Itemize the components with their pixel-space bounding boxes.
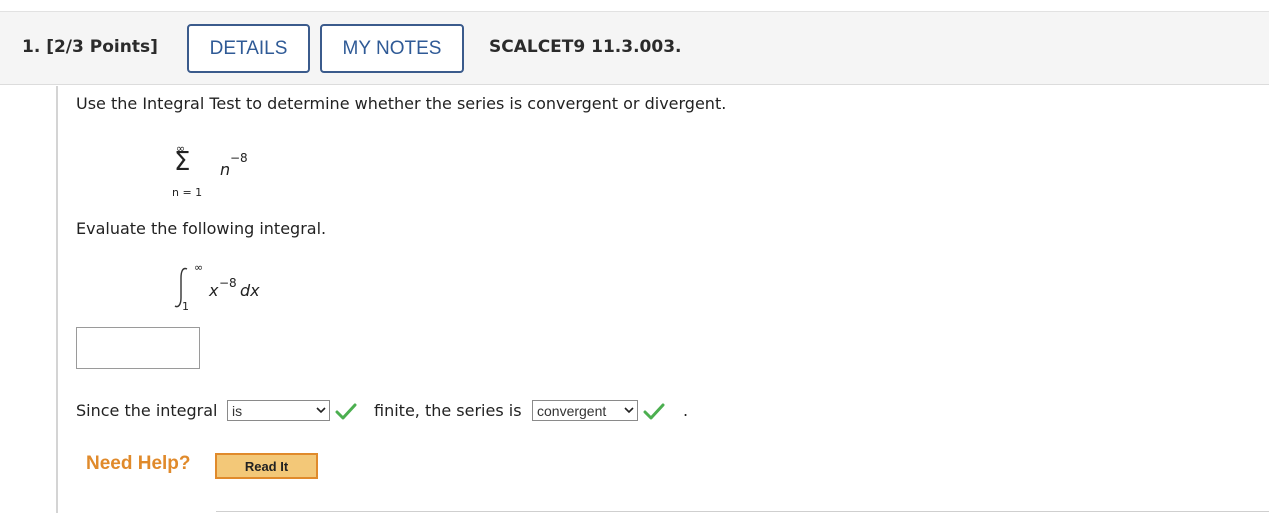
check-icon <box>335 403 357 420</box>
divider <box>216 511 1269 512</box>
sigma-symbol: Σ <box>174 147 191 177</box>
instruction-text: Use the Integral Test to determine wheth… <box>76 94 727 113</box>
integral-finite-select-value: is <box>232 402 243 419</box>
problem-code: SCALCET9 11.3.003. <box>489 37 682 57</box>
series-term-base: n <box>220 160 231 179</box>
integral-upper-limit: ∞ <box>194 261 204 274</box>
my-notes-button[interactable]: MY NOTES <box>320 24 464 73</box>
need-help-label: Need Help? <box>86 453 191 474</box>
question-number: 1. [2/3 Points] <box>22 37 158 57</box>
series-convergence-select[interactable]: convergent <box>532 400 638 421</box>
series-term-exponent: −8 <box>230 151 248 165</box>
details-button[interactable]: DETAILS <box>187 24 310 73</box>
chevron-down-icon <box>316 407 326 414</box>
period: . <box>683 401 689 420</box>
series-convergence-select-value: convergent <box>537 402 607 419</box>
integrand-base: x <box>209 281 219 300</box>
differential: dx <box>240 281 260 300</box>
read-it-button[interactable]: Read It <box>215 453 318 479</box>
integral-lower-limit: 1 <box>182 300 189 313</box>
series-lower-limit: n = 1 <box>172 186 203 199</box>
integral-answer-input[interactable] <box>76 327 200 369</box>
since-integral-text: Since the integral <box>76 401 218 420</box>
chevron-down-icon <box>624 407 634 414</box>
finite-series-text: finite, the series is <box>374 401 522 420</box>
check-icon <box>643 403 665 420</box>
integrand-exponent: −8 <box>219 276 237 290</box>
integral-finite-select[interactable]: is <box>227 400 330 421</box>
question-header: 1. [2/3 Points] DETAILS MY NOTES SCALCET… <box>0 11 1269 85</box>
evaluate-text: Evaluate the following integral. <box>76 219 327 238</box>
left-border <box>56 86 58 513</box>
